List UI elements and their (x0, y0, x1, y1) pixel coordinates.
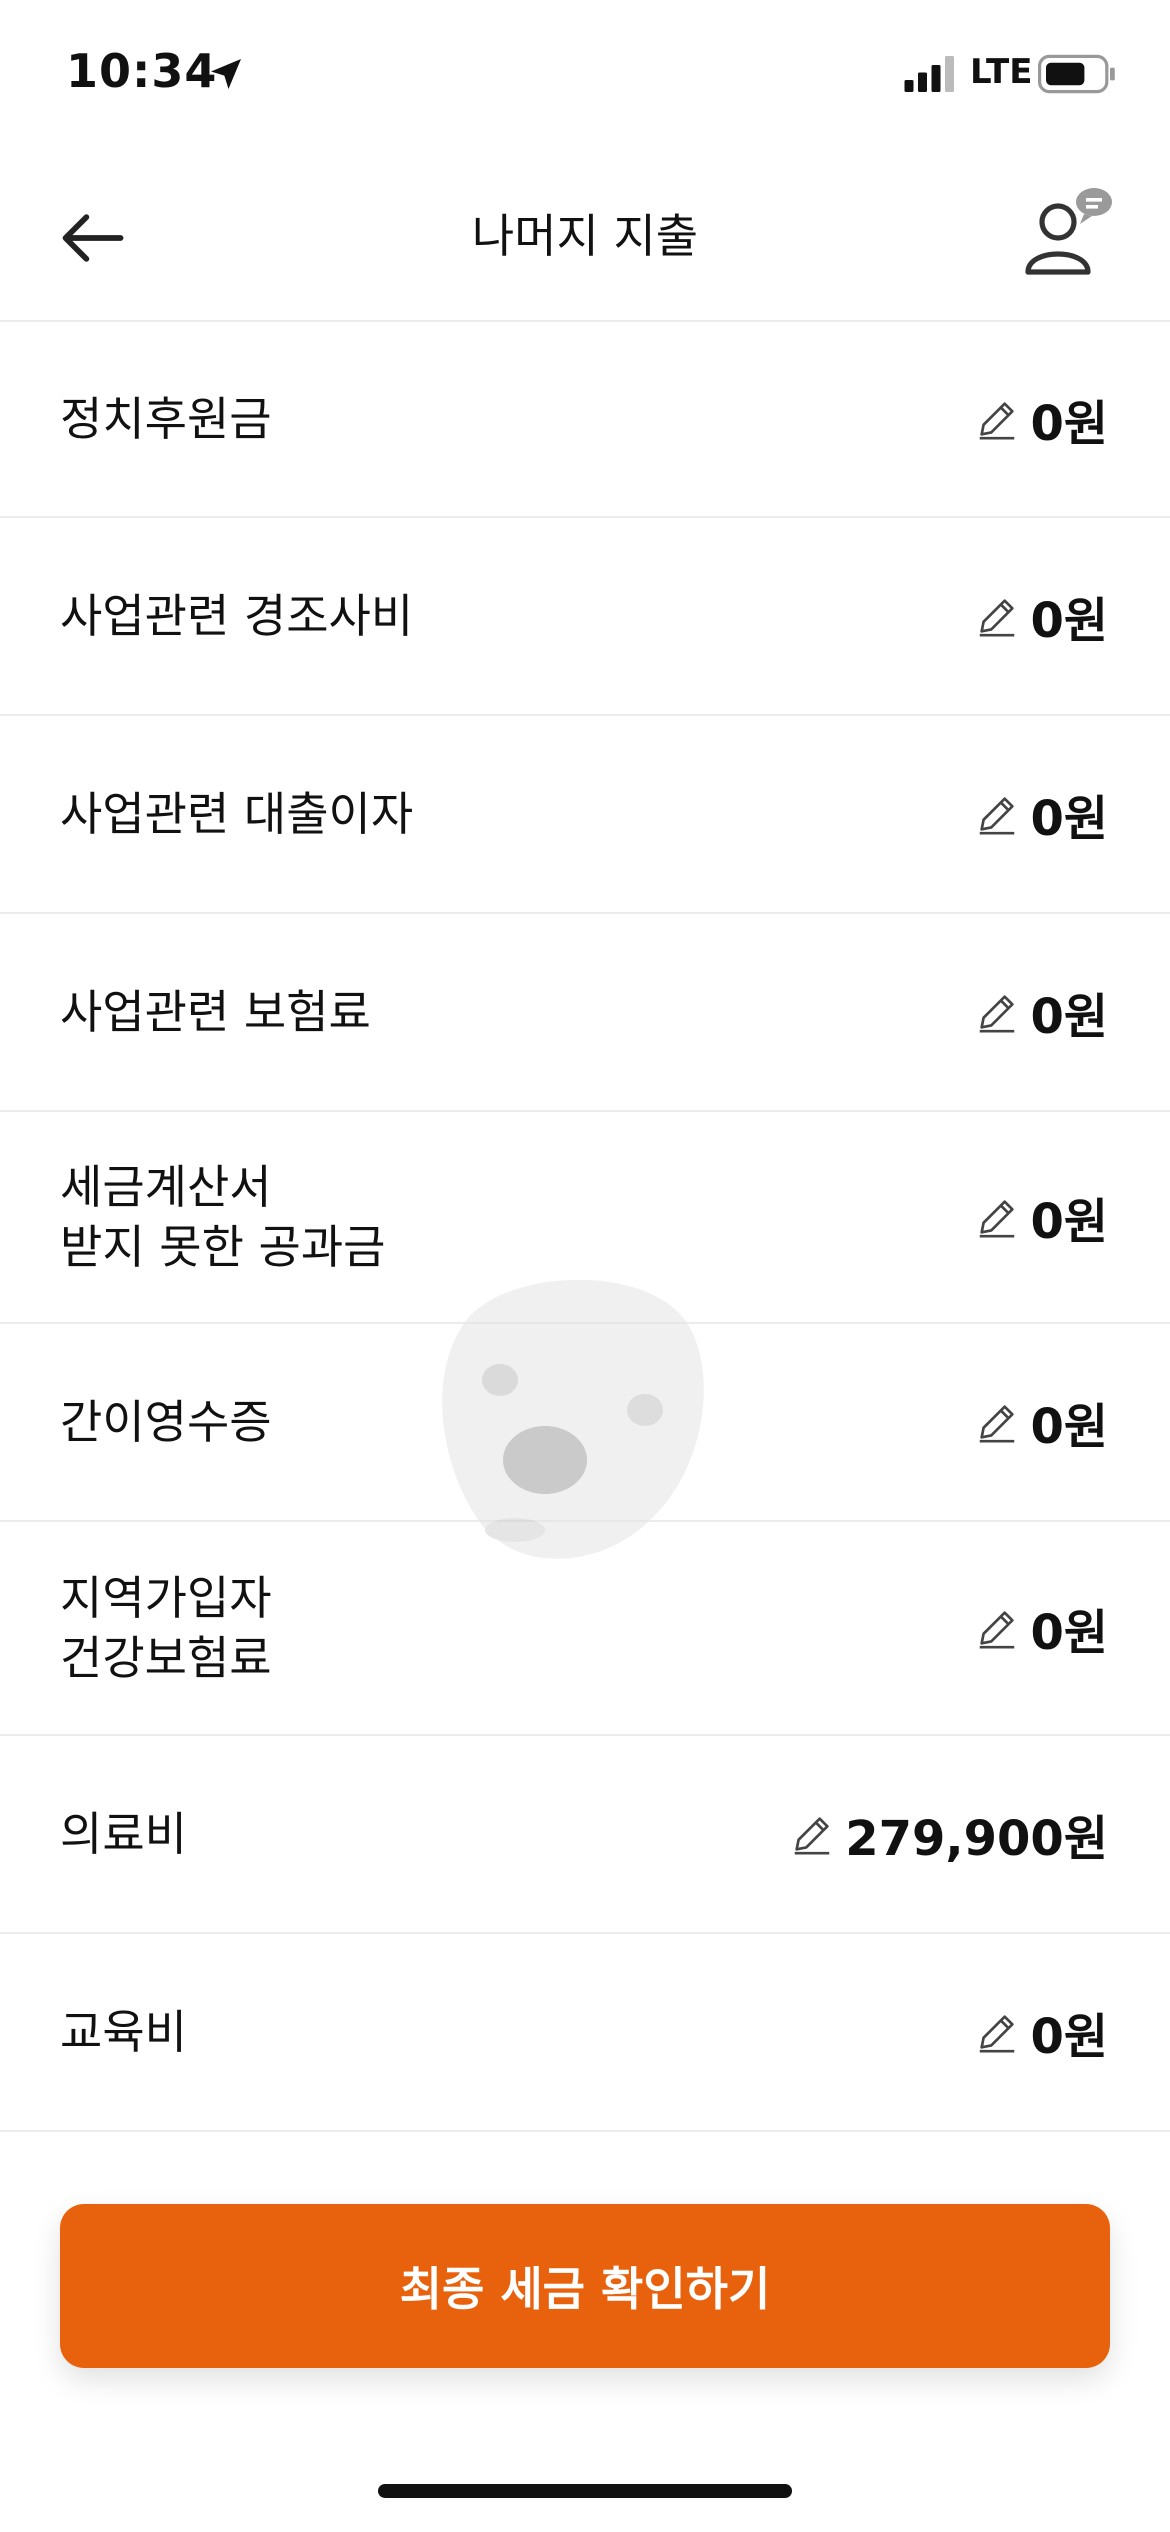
pencil-icon (980, 1405, 1015, 1443)
pencil-icon (980, 1611, 1015, 1649)
row-amount[interactable]: 0원 (974, 1997, 1108, 2067)
row-label: 세금계산서 받지 못한 공과금 (60, 1160, 386, 1274)
pencil-icon (794, 1817, 830, 1855)
row-amount[interactable]: 0원 (974, 977, 1108, 1047)
row-amount[interactable]: 0원 (974, 1387, 1108, 1457)
expense-list: 정치후원금 0원 사업관련 경조사비 0원 사업관련 대출이자 0원 사업관련 … (0, 322, 1170, 2132)
expense-row-utility-no-invoice[interactable]: 세금계산서 받지 못한 공과금 0원 (0, 1112, 1170, 1324)
expense-row-political-donation[interactable]: 정치후원금 0원 (0, 322, 1170, 518)
pencil-icon (980, 599, 1015, 637)
page-title: 나머지 지출 (471, 209, 699, 263)
row-label: 정치후원금 (60, 392, 272, 446)
row-value: 279,900원 (845, 1811, 1108, 1867)
expense-row-medical[interactable]: 의료비 279,900원 (0, 1736, 1170, 1934)
expense-row-simple-receipt[interactable]: 간이영수증 0원 (0, 1324, 1170, 1522)
expense-row-regional-health-insurance[interactable]: 지역가입자 건강보험료 0원 (0, 1522, 1170, 1736)
row-label: 사업관련 보험료 (60, 985, 371, 1039)
status-bar: 10:34 LTE (0, 0, 1170, 150)
network-type: LTE (970, 52, 1033, 92)
row-amount[interactable]: 0원 (974, 779, 1108, 849)
expense-row-business-condolence[interactable]: 사업관련 경조사비 0원 (0, 518, 1170, 716)
expense-row-business-insurance[interactable]: 사업관련 보험료 0원 (0, 914, 1170, 1112)
row-label: 사업관련 경조사비 (60, 589, 414, 643)
row-value: 0원 (1030, 1399, 1108, 1455)
row-value: 0원 (1030, 396, 1108, 452)
row-label: 사업관련 대출이자 (60, 787, 414, 841)
signal-icon (904, 56, 954, 92)
pencil-icon (980, 2015, 1015, 2053)
pencil-icon (980, 797, 1015, 835)
row-value: 0원 (1030, 989, 1108, 1045)
location-arrow-icon (211, 59, 241, 89)
final-tax-check-button[interactable]: 최종 세금 확인하기 (60, 2204, 1110, 2368)
row-label: 의료비 (60, 1807, 187, 1861)
row-amount[interactable]: 0원 (974, 1182, 1108, 1252)
row-value: 0원 (1030, 1194, 1108, 1250)
top-nav-bar: 나머지 지출 (0, 150, 1170, 322)
row-value: 0원 (1030, 1605, 1108, 1661)
row-amount[interactable]: 0원 (974, 581, 1108, 651)
pencil-icon (980, 995, 1015, 1033)
row-label: 교육비 (60, 2005, 187, 2059)
pencil-icon (980, 402, 1015, 440)
expense-row-business-loan-interest[interactable]: 사업관련 대출이자 0원 (0, 716, 1170, 914)
expense-row-education[interactable]: 교육비 0원 (0, 1934, 1170, 2132)
pencil-icon (980, 1200, 1015, 1238)
row-amount[interactable]: 0원 (974, 384, 1108, 454)
home-indicator (378, 2484, 792, 2498)
row-amount[interactable]: 279,900원 (789, 1799, 1108, 1869)
row-value: 0원 (1030, 2009, 1108, 2065)
battery-icon (1038, 54, 1115, 94)
row-label: 지역가입자 건강보험료 (60, 1571, 272, 1685)
row-value: 0원 (1030, 791, 1108, 847)
row-label: 간이영수증 (60, 1395, 272, 1449)
row-value: 0원 (1030, 593, 1108, 649)
row-amount[interactable]: 0원 (974, 1593, 1108, 1663)
status-time: 10:34 (66, 44, 218, 98)
user-chat-icon[interactable] (1018, 182, 1118, 282)
